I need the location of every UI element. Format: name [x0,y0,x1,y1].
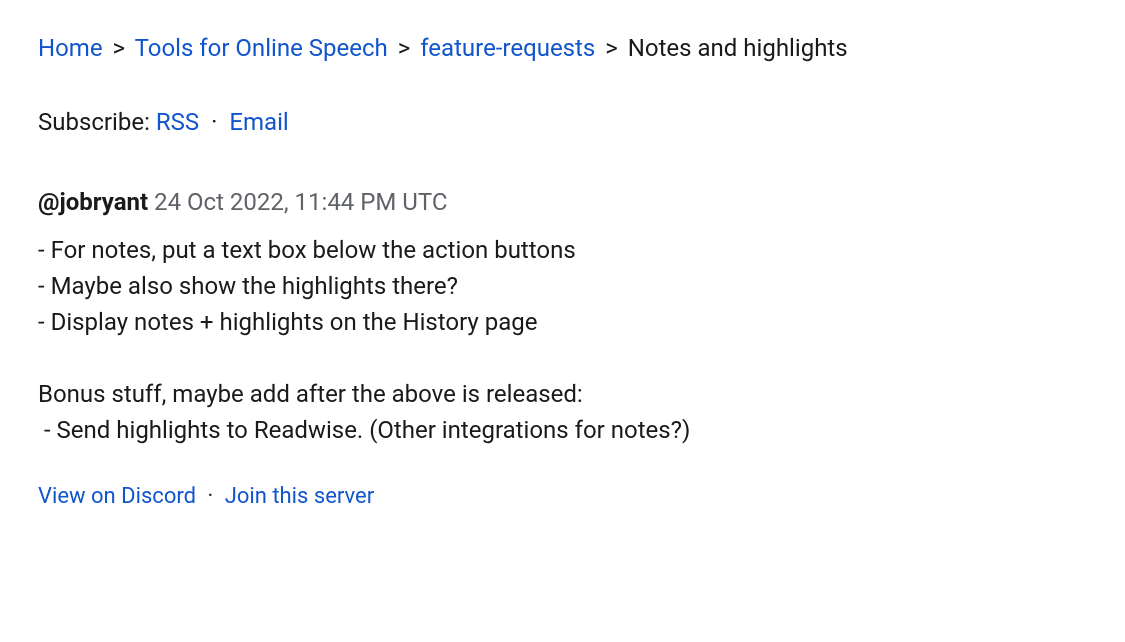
subscribe-label: Subscribe: [38,108,150,136]
subscribe-rss-link[interactable]: RSS [156,108,199,136]
post-body: - For notes, put a text box below the ac… [38,232,1087,448]
breadcrumb-current: Notes and highlights [628,34,848,62]
breadcrumb: Home > Tools for Online Speech > feature… [38,30,1087,66]
subscribe-email-link[interactable]: Email [229,108,288,136]
breadcrumb-group[interactable]: Tools for Online Speech [135,34,388,62]
breadcrumb-home[interactable]: Home [38,34,103,62]
breadcrumb-separator: > [605,34,618,62]
breadcrumb-separator: > [113,34,126,62]
subscribe-row: Subscribe: RSS · Email [38,104,1087,140]
post-timestamp: 24 Oct 2022, 11:44 PM UTC [154,188,447,216]
breadcrumb-channel[interactable]: feature-requests [420,34,595,62]
join-server-link[interactable]: Join this server [225,484,374,509]
dot-separator: · [211,108,217,136]
footer-links: View on Discord · Join this server [38,480,1087,513]
post-author: @jobryant [38,188,148,216]
post-header: @jobryant 24 Oct 2022, 11:44 PM UTC [38,184,1087,220]
view-on-discord-link[interactable]: View on Discord [38,484,196,509]
dot-separator: · [208,484,214,509]
breadcrumb-separator: > [398,34,411,62]
